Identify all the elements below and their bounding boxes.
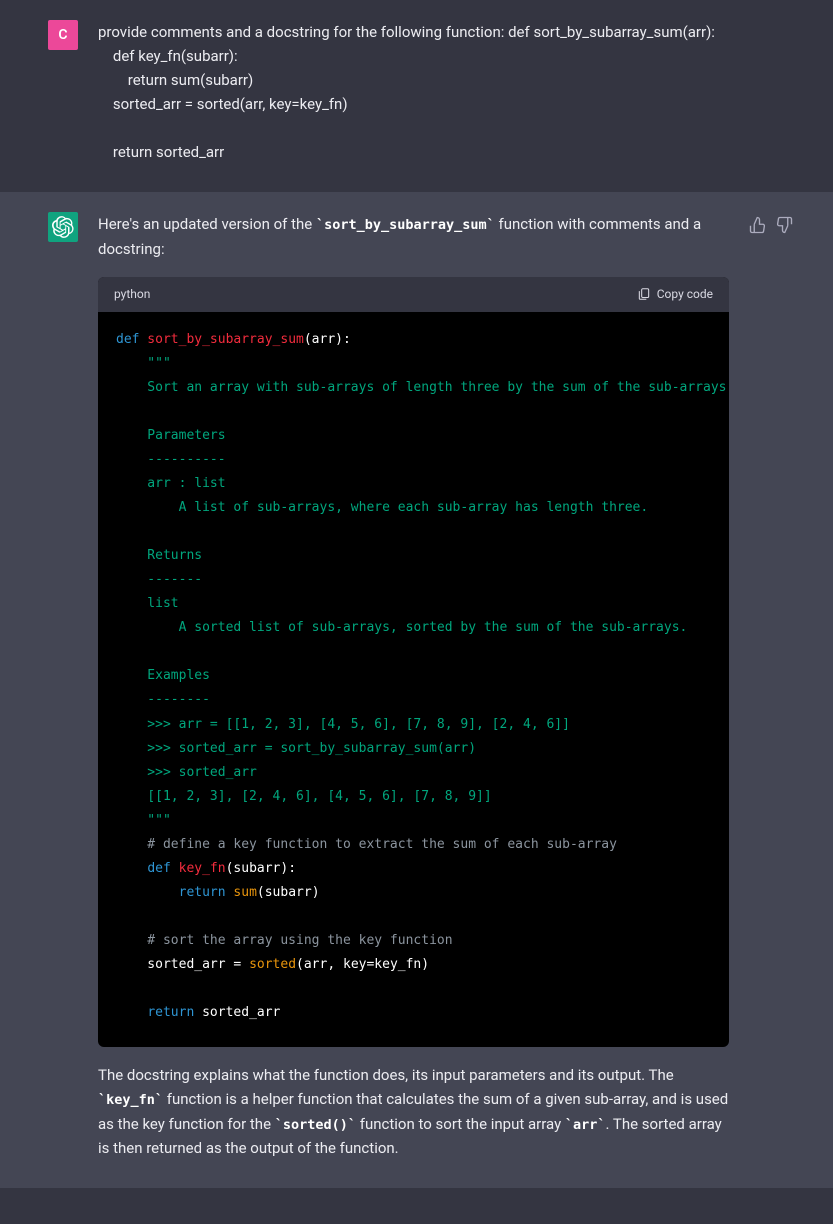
code-token: (arr):	[304, 332, 351, 347]
assistant-content: Here's an updated version of the `sort_b…	[98, 212, 729, 1160]
code-token: A sorted list of sub-arrays, sorted by t…	[116, 620, 687, 635]
code-token: A list of sub-arrays, where each sub-arr…	[116, 500, 648, 515]
inline-code: `sort_by_subarray_sum`	[316, 217, 495, 233]
code-token: def	[147, 861, 170, 876]
code-token: # define a key function to extract the s…	[116, 837, 617, 852]
inline-code: `arr`	[565, 1117, 606, 1133]
assistant-intro: Here's an updated version of the `sort_b…	[98, 212, 729, 261]
code-token: sorted	[249, 957, 296, 972]
user-avatar-letter: C	[58, 24, 67, 46]
code-token: def	[116, 332, 139, 347]
code-token: key_fn	[171, 861, 226, 876]
code-token: sum	[233, 885, 256, 900]
assistant-avatar	[48, 212, 78, 242]
copy-code-button[interactable]: Copy code	[637, 285, 713, 304]
outro-text: The docstring explains what the function…	[98, 1066, 674, 1084]
code-token: [[1, 2, 3], [2, 4, 6], [4, 5, 6], [7, 8,…	[116, 789, 492, 804]
code-token	[116, 1005, 147, 1020]
thumbs-up-button[interactable]	[749, 216, 767, 234]
code-body[interactable]: def sort_by_subarray_sum(arr): """ Sort …	[98, 312, 729, 1047]
assistant-outro: The docstring explains what the function…	[98, 1063, 729, 1160]
code-token: sort_by_subarray_sum	[139, 332, 303, 347]
copy-code-label: Copy code	[657, 285, 713, 304]
code-token: Returns	[116, 548, 202, 563]
outro-text: function to sort the input array	[356, 1115, 565, 1133]
code-token	[116, 861, 147, 876]
code-token: >>> sorted_arr	[116, 765, 257, 780]
thumbs-down-icon	[775, 216, 793, 234]
thumbs-up-icon	[749, 216, 767, 234]
inline-code: `sorted()`	[275, 1117, 356, 1133]
code-token: >>> sorted_arr = sort_by_subarray_sum(ar…	[116, 741, 476, 756]
code-token: (subarr)	[257, 885, 320, 900]
intro-text-before: Here's an updated version of the	[98, 215, 316, 233]
code-token: Parameters	[116, 428, 226, 443]
openai-logo-icon	[52, 216, 74, 238]
code-token: # sort the array using the key function	[116, 933, 453, 948]
clipboard-icon	[637, 287, 651, 301]
code-header: python Copy code	[98, 277, 729, 312]
user-message: C provide comments and a docstring for t…	[0, 0, 833, 192]
code-token: """	[116, 813, 171, 828]
code-token: """	[116, 356, 171, 371]
code-token: ----------	[116, 452, 226, 467]
code-token: list	[116, 596, 179, 611]
code-token	[116, 885, 179, 900]
code-token: (arr, key=key_fn)	[296, 957, 429, 972]
user-message-text: provide comments and a docstring for the…	[98, 20, 793, 164]
thumbs-down-button[interactable]	[775, 216, 793, 234]
code-token: return	[147, 1005, 194, 1020]
code-token: -------	[116, 572, 202, 587]
code-token: (subarr):	[226, 861, 296, 876]
code-token: --------	[116, 692, 210, 707]
code-token: sorted_arr	[194, 1005, 280, 1020]
assistant-message: Here's an updated version of the `sort_b…	[0, 192, 833, 1188]
code-language-label: python	[114, 285, 150, 304]
code-token: return	[179, 885, 226, 900]
user-avatar: C	[48, 20, 78, 50]
code-block: python Copy code def sort_by_subarray_su…	[98, 277, 729, 1048]
code-token: arr : list	[116, 476, 226, 491]
message-actions	[749, 212, 793, 1160]
inline-code: `key_fn`	[98, 1092, 163, 1108]
code-token: >>> arr = [[1, 2, 3], [4, 5, 6], [7, 8, …	[116, 717, 570, 732]
code-token: Examples	[116, 668, 210, 683]
code-token: Sort an array with sub-arrays of length …	[116, 380, 729, 395]
code-token: sorted_arr =	[116, 957, 249, 972]
